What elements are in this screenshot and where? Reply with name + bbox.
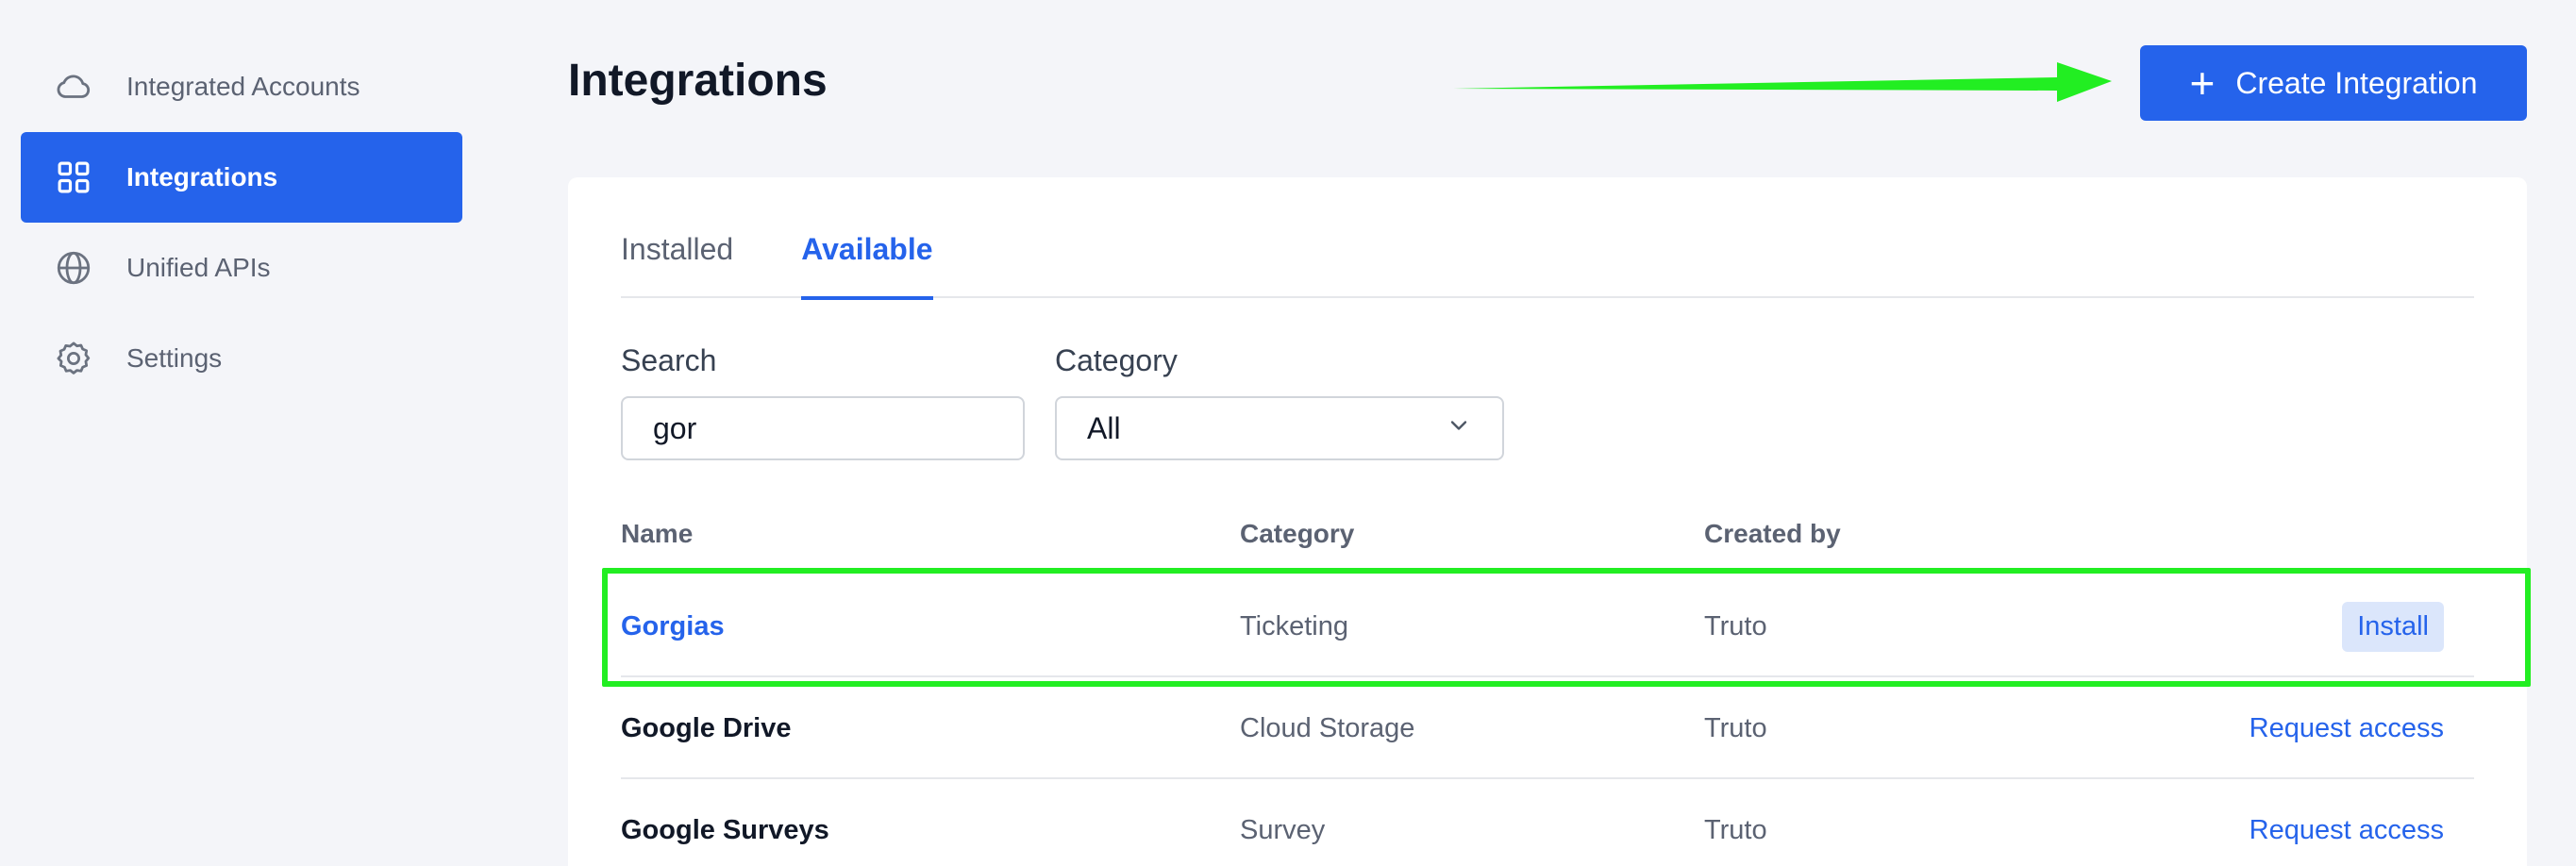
tab-installed[interactable]: Installed	[621, 230, 733, 298]
row-action: Request access	[2250, 779, 2444, 866]
row-action: Install	[2342, 575, 2444, 677]
integration-category: Ticketing	[1240, 610, 1348, 641]
sidebar-item-label: Integrated Accounts	[126, 72, 360, 101]
category-select-value: All	[1087, 410, 1121, 445]
create-integration-button[interactable]: + Create Integration	[2140, 45, 2527, 121]
app-root: Integrated Accounts Integrations Unified…	[0, 0, 2576, 866]
integration-created-by: Truto	[1704, 712, 1767, 743]
integration-name: Google Drive	[621, 712, 792, 743]
table-row: Google Surveys Survey Truto Request acce…	[621, 779, 2474, 866]
integrations-card: Installed Available Search Category All …	[568, 177, 2527, 866]
column-header-name: Name	[621, 519, 694, 548]
tab-available[interactable]: Available	[801, 230, 933, 300]
table-row: Gorgias Ticketing Truto Install	[621, 575, 2474, 677]
plus-icon: +	[2189, 58, 2216, 108]
integration-category: Survey	[1240, 814, 1326, 845]
sidebar: Integrated Accounts Integrations Unified…	[21, 42, 462, 404]
integration-name-link[interactable]: Gorgias	[621, 575, 725, 677]
annotation-arrow	[1453, 62, 2112, 102]
chevron-down-icon	[1446, 411, 1472, 446]
tab-bar: Installed Available	[621, 230, 2474, 300]
request-access-link[interactable]: Request access	[2250, 713, 2444, 744]
install-button[interactable]: Install	[2342, 601, 2444, 652]
globe-icon	[53, 247, 94, 289]
sidebar-item-label: Integrations	[126, 162, 278, 192]
gear-icon	[53, 338, 94, 379]
integration-name: Google Surveys	[621, 814, 829, 845]
sidebar-item-integrations[interactable]: Integrations	[21, 132, 462, 223]
page-title: Integrations	[568, 56, 828, 106]
row-action: Request access	[2250, 677, 2444, 779]
search-label: Search	[621, 343, 717, 377]
cloud-icon	[53, 66, 94, 108]
create-integration-label: Create Integration	[2235, 65, 2478, 100]
column-header-created-by: Created by	[1704, 519, 1841, 548]
integration-created-by: Truto	[1704, 610, 1767, 641]
sidebar-item-label: Unified APIs	[126, 253, 271, 282]
sidebar-item-label: Settings	[126, 343, 223, 373]
search-input[interactable]	[621, 396, 1025, 460]
sidebar-item-unified-apis[interactable]: Unified APIs	[21, 223, 462, 313]
table-row: Google Drive Cloud Storage Truto Request…	[621, 677, 2474, 779]
request-access-link[interactable]: Request access	[2250, 815, 2444, 846]
category-label: Category	[1055, 343, 1178, 377]
sidebar-item-settings[interactable]: Settings	[21, 313, 462, 404]
grid-icon	[53, 157, 94, 198]
sidebar-item-integrated-accounts[interactable]: Integrated Accounts	[21, 42, 462, 132]
column-header-category: Category	[1240, 519, 1355, 548]
category-select[interactable]: All	[1055, 396, 1504, 460]
integration-created-by: Truto	[1704, 814, 1767, 845]
integration-category: Cloud Storage	[1240, 712, 1415, 743]
